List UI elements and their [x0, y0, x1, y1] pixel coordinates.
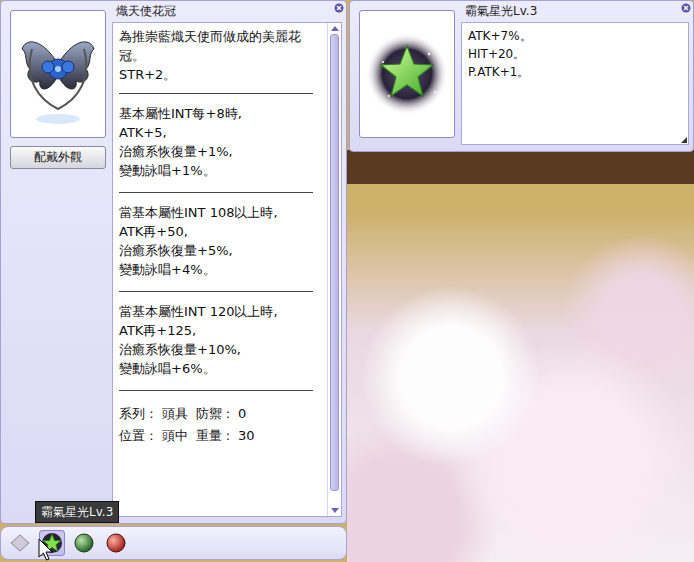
stat-cell: 系列 : [119, 403, 154, 425]
description-text: 為推崇藍熾天使而做成的美麗花冠。STR+2。 [119, 27, 313, 93]
game-scene [347, 150, 694, 562]
shortcut-slot[interactable] [71, 530, 97, 556]
wear-appearance-button[interactable]: 配戴外觀 [10, 146, 106, 169]
window-title: 熾天使花冠 [112, 4, 342, 22]
resize-grip-icon[interactable] [681, 137, 687, 143]
description-content: 為推崇藍熾天使而做成的美麗花冠。STR+2。基本屬性INT每+8時,ATK+5,… [113, 23, 327, 516]
effect-line: 變動詠唱+1%。 [119, 161, 313, 180]
skill-info-window: 霸氣星光Lv.3ATK+7%。HIT+20。P.ATK+1。 [349, 0, 694, 152]
green-star-icon [365, 32, 449, 116]
shortcut-slot[interactable] [103, 530, 129, 556]
close-icon [334, 3, 344, 13]
effect-line: 變動詠唱+6%。 [119, 359, 313, 378]
scroll-thumb[interactable] [330, 34, 339, 491]
effect-line: 當基本屬性INT 108以上時, [119, 203, 313, 222]
effect-line: 治癒系恢復量+5%, [119, 241, 313, 260]
skill-description: ATK+7%。HIT+20。P.ATK+1。 [461, 22, 689, 145]
close-icon [681, 3, 691, 13]
effect-line: 治癒系恢復量+10%, [119, 340, 313, 359]
skill-text-column: 霸氣星光Lv.3ATK+7%。HIT+20。P.ATK+1。 [461, 10, 689, 145]
stat-cell: 30 [238, 425, 255, 447]
shortcut-slot[interactable] [7, 530, 33, 556]
effect-section: 當基本屬性INT 120以上時,ATK再+125,治癒系恢復量+10%,變動詠唱… [119, 291, 313, 390]
item-image-column: 配戴外觀 [10, 10, 106, 517]
effect-line: ATK再+125, [119, 321, 313, 340]
skill-image-box [359, 10, 455, 138]
effect-line: HIT+20。 [468, 45, 532, 63]
effect-line: P.ATK+1。 [468, 63, 532, 81]
mouse-cursor-icon [38, 538, 54, 562]
stat-cell: 0 [238, 403, 246, 425]
stat-cell: 防禦 : [196, 403, 231, 425]
item-image-box [10, 10, 106, 138]
effect-line: ATK再+50, [119, 222, 313, 241]
winged-crown-icon [18, 19, 98, 129]
effect-line: 治癒系恢復量+1%, [119, 142, 313, 161]
effect-section: 基本屬性INT每+8時,ATK+5,治癒系恢復量+1%,變動詠唱+1%。 [119, 93, 313, 192]
green-orb-icon [73, 532, 95, 554]
stat-cell: 頭具 [162, 403, 188, 425]
stat-cell: 頭中 [162, 425, 188, 447]
scrollbar[interactable] [327, 23, 341, 516]
effect-section: 當基本屬性INT 108以上時,ATK再+50,治癒系恢復量+5%,變動詠唱+4… [119, 192, 313, 291]
scroll-down-icon[interactable] [331, 508, 339, 513]
item-info-window: 配戴外觀熾天使花冠為推崇藍熾天使而做成的美麗花冠。STR+2。基本屬性INT每+… [0, 0, 347, 524]
window-title: 霸氣星光Lv.3 [461, 4, 689, 22]
stat-cell: 重量 : [196, 425, 231, 447]
stat-cell: 位置 : [119, 425, 154, 447]
stat-row: 位置 : 頭中重量 : 30 [119, 425, 313, 447]
effect-line: ATK+7%。 [468, 27, 532, 45]
effect-line: 變動詠唱+4%。 [119, 260, 313, 279]
scroll-up-icon[interactable] [331, 26, 339, 31]
item-description: 為推崇藍熾天使而做成的美麗花冠。STR+2。基本屬性INT每+8時,ATK+5,… [112, 22, 342, 517]
scroll-track[interactable] [330, 34, 339, 505]
effect-line: 當基本屬性INT 120以上時, [119, 302, 313, 321]
item-text-column: 熾天使花冠為推崇藍熾天使而做成的美麗花冠。STR+2。基本屬性INT每+8時,A… [112, 10, 342, 517]
effect-line: 基本屬性INT每+8時, [119, 104, 313, 123]
description-line: STR+2。 [119, 65, 313, 84]
skill-image-column [359, 10, 455, 145]
skill-effects: ATK+7%。HIT+20。P.ATK+1。 [462, 23, 538, 144]
effect-line: ATK+5, [119, 123, 313, 142]
diamond-icon [9, 532, 31, 554]
stat-row: 系列 : 頭具防禦 : 0 [119, 403, 313, 425]
description-line: 為推崇藍熾天使而做成的美麗花冠。 [119, 27, 313, 65]
shortcut-bar [0, 526, 347, 560]
item-stats: 系列 : 頭具防禦 : 0 位置 : 頭中重量 : 30 [119, 390, 313, 447]
red-orb-icon [105, 532, 127, 554]
skill-tooltip: 霸氣星光Lv.3 [35, 501, 119, 523]
